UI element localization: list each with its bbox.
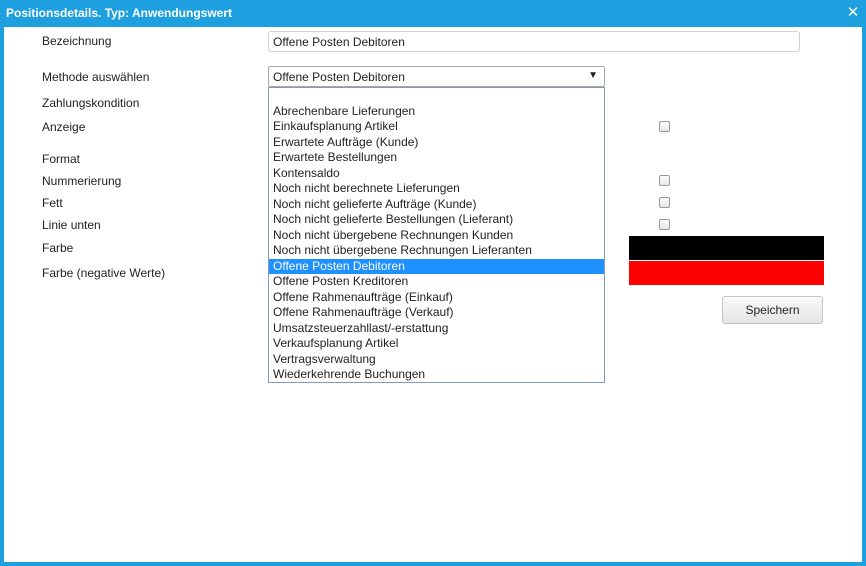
- dropdown-option[interactable]: Offene Rahmenaufträge (Einkauf): [269, 290, 604, 305]
- label-format: Format: [42, 152, 81, 166]
- dropdown-option[interactable]: Einkaufsplanung Artikel: [269, 119, 604, 134]
- save-button[interactable]: Speichern: [722, 296, 823, 324]
- dropdown-option[interactable]: Noch nicht übergebene Rechnungen Kunden: [269, 228, 604, 243]
- farbe-swatch[interactable]: [629, 236, 824, 260]
- dropdown-option[interactable]: Umsatzsteuerzahllast/-erstattung: [269, 321, 604, 336]
- close-icon[interactable]: ✕: [844, 4, 862, 22]
- title-bar: Positionsdetails. Typ: Anwendungswert ✕: [0, 0, 866, 27]
- label-bezeichnung: Bezeichnung: [42, 34, 112, 48]
- dropdown-option[interactable]: Erwartete Bestellungen: [269, 150, 604, 165]
- label-fett: Fett: [42, 196, 63, 210]
- dropdown-option[interactable]: Vertragsverwaltung: [269, 352, 604, 367]
- dropdown-option-selected[interactable]: Offene Posten Debitoren: [269, 258, 604, 274]
- nummerierung-checkbox[interactable]: [659, 175, 670, 186]
- farbe-negativ-swatch[interactable]: [629, 261, 824, 285]
- dropdown-option[interactable]: Noch nicht übergebene Rechnungen Liefera…: [269, 243, 604, 258]
- dropdown-option[interactable]: Verkaufsplanung Artikel: [269, 336, 604, 351]
- dropdown-option[interactable]: Wiederkehrende Buchungen: [269, 367, 604, 382]
- dropdown-option[interactable]: Noch nicht gelieferte Aufträge (Kunde): [269, 197, 604, 212]
- fett-checkbox[interactable]: [659, 197, 670, 208]
- methode-select[interactable]: Offene Posten Debitoren ▼: [268, 66, 605, 87]
- dropdown-option[interactable]: Noch nicht berechnete Lieferungen: [269, 181, 604, 196]
- dropdown-option[interactable]: Noch nicht gelieferte Bestellungen (Lief…: [269, 212, 604, 227]
- label-methode: Methode auswählen: [42, 70, 150, 84]
- linie-unten-checkbox[interactable]: [659, 219, 670, 230]
- dialog-title: Positionsdetails. Typ: Anwendungswert: [6, 6, 233, 20]
- chevron-down-icon[interactable]: ▼: [588, 70, 598, 81]
- anzeige-checkbox[interactable]: [659, 121, 670, 132]
- label-farbe: Farbe: [42, 241, 74, 255]
- dropdown-option-empty[interactable]: [269, 88, 604, 103]
- dropdown-option[interactable]: Offene Posten Kreditoren: [269, 274, 604, 289]
- label-linie-unten: Linie unten: [42, 218, 101, 232]
- methode-dropdown-list[interactable]: Abrechenbare Lieferungen Einkaufsplanung…: [268, 87, 605, 383]
- dropdown-option[interactable]: Offene Rahmenaufträge (Verkauf): [269, 305, 604, 320]
- label-farbe-negativ: Farbe (negative Werte): [42, 266, 166, 280]
- methode-selected-value: Offene Posten Debitoren: [273, 70, 405, 84]
- label-anzeige: Anzeige: [42, 120, 86, 134]
- bezeichnung-input[interactable]: [268, 31, 800, 52]
- dropdown-option[interactable]: Erwartete Aufträge (Kunde): [269, 135, 604, 150]
- dropdown-option[interactable]: Abrechenbare Lieferungen: [269, 104, 604, 119]
- dropdown-option[interactable]: Kontensaldo: [269, 166, 604, 181]
- label-nummerierung: Nummerierung: [42, 174, 122, 188]
- label-zahlungskondition: Zahlungskondition: [42, 96, 140, 110]
